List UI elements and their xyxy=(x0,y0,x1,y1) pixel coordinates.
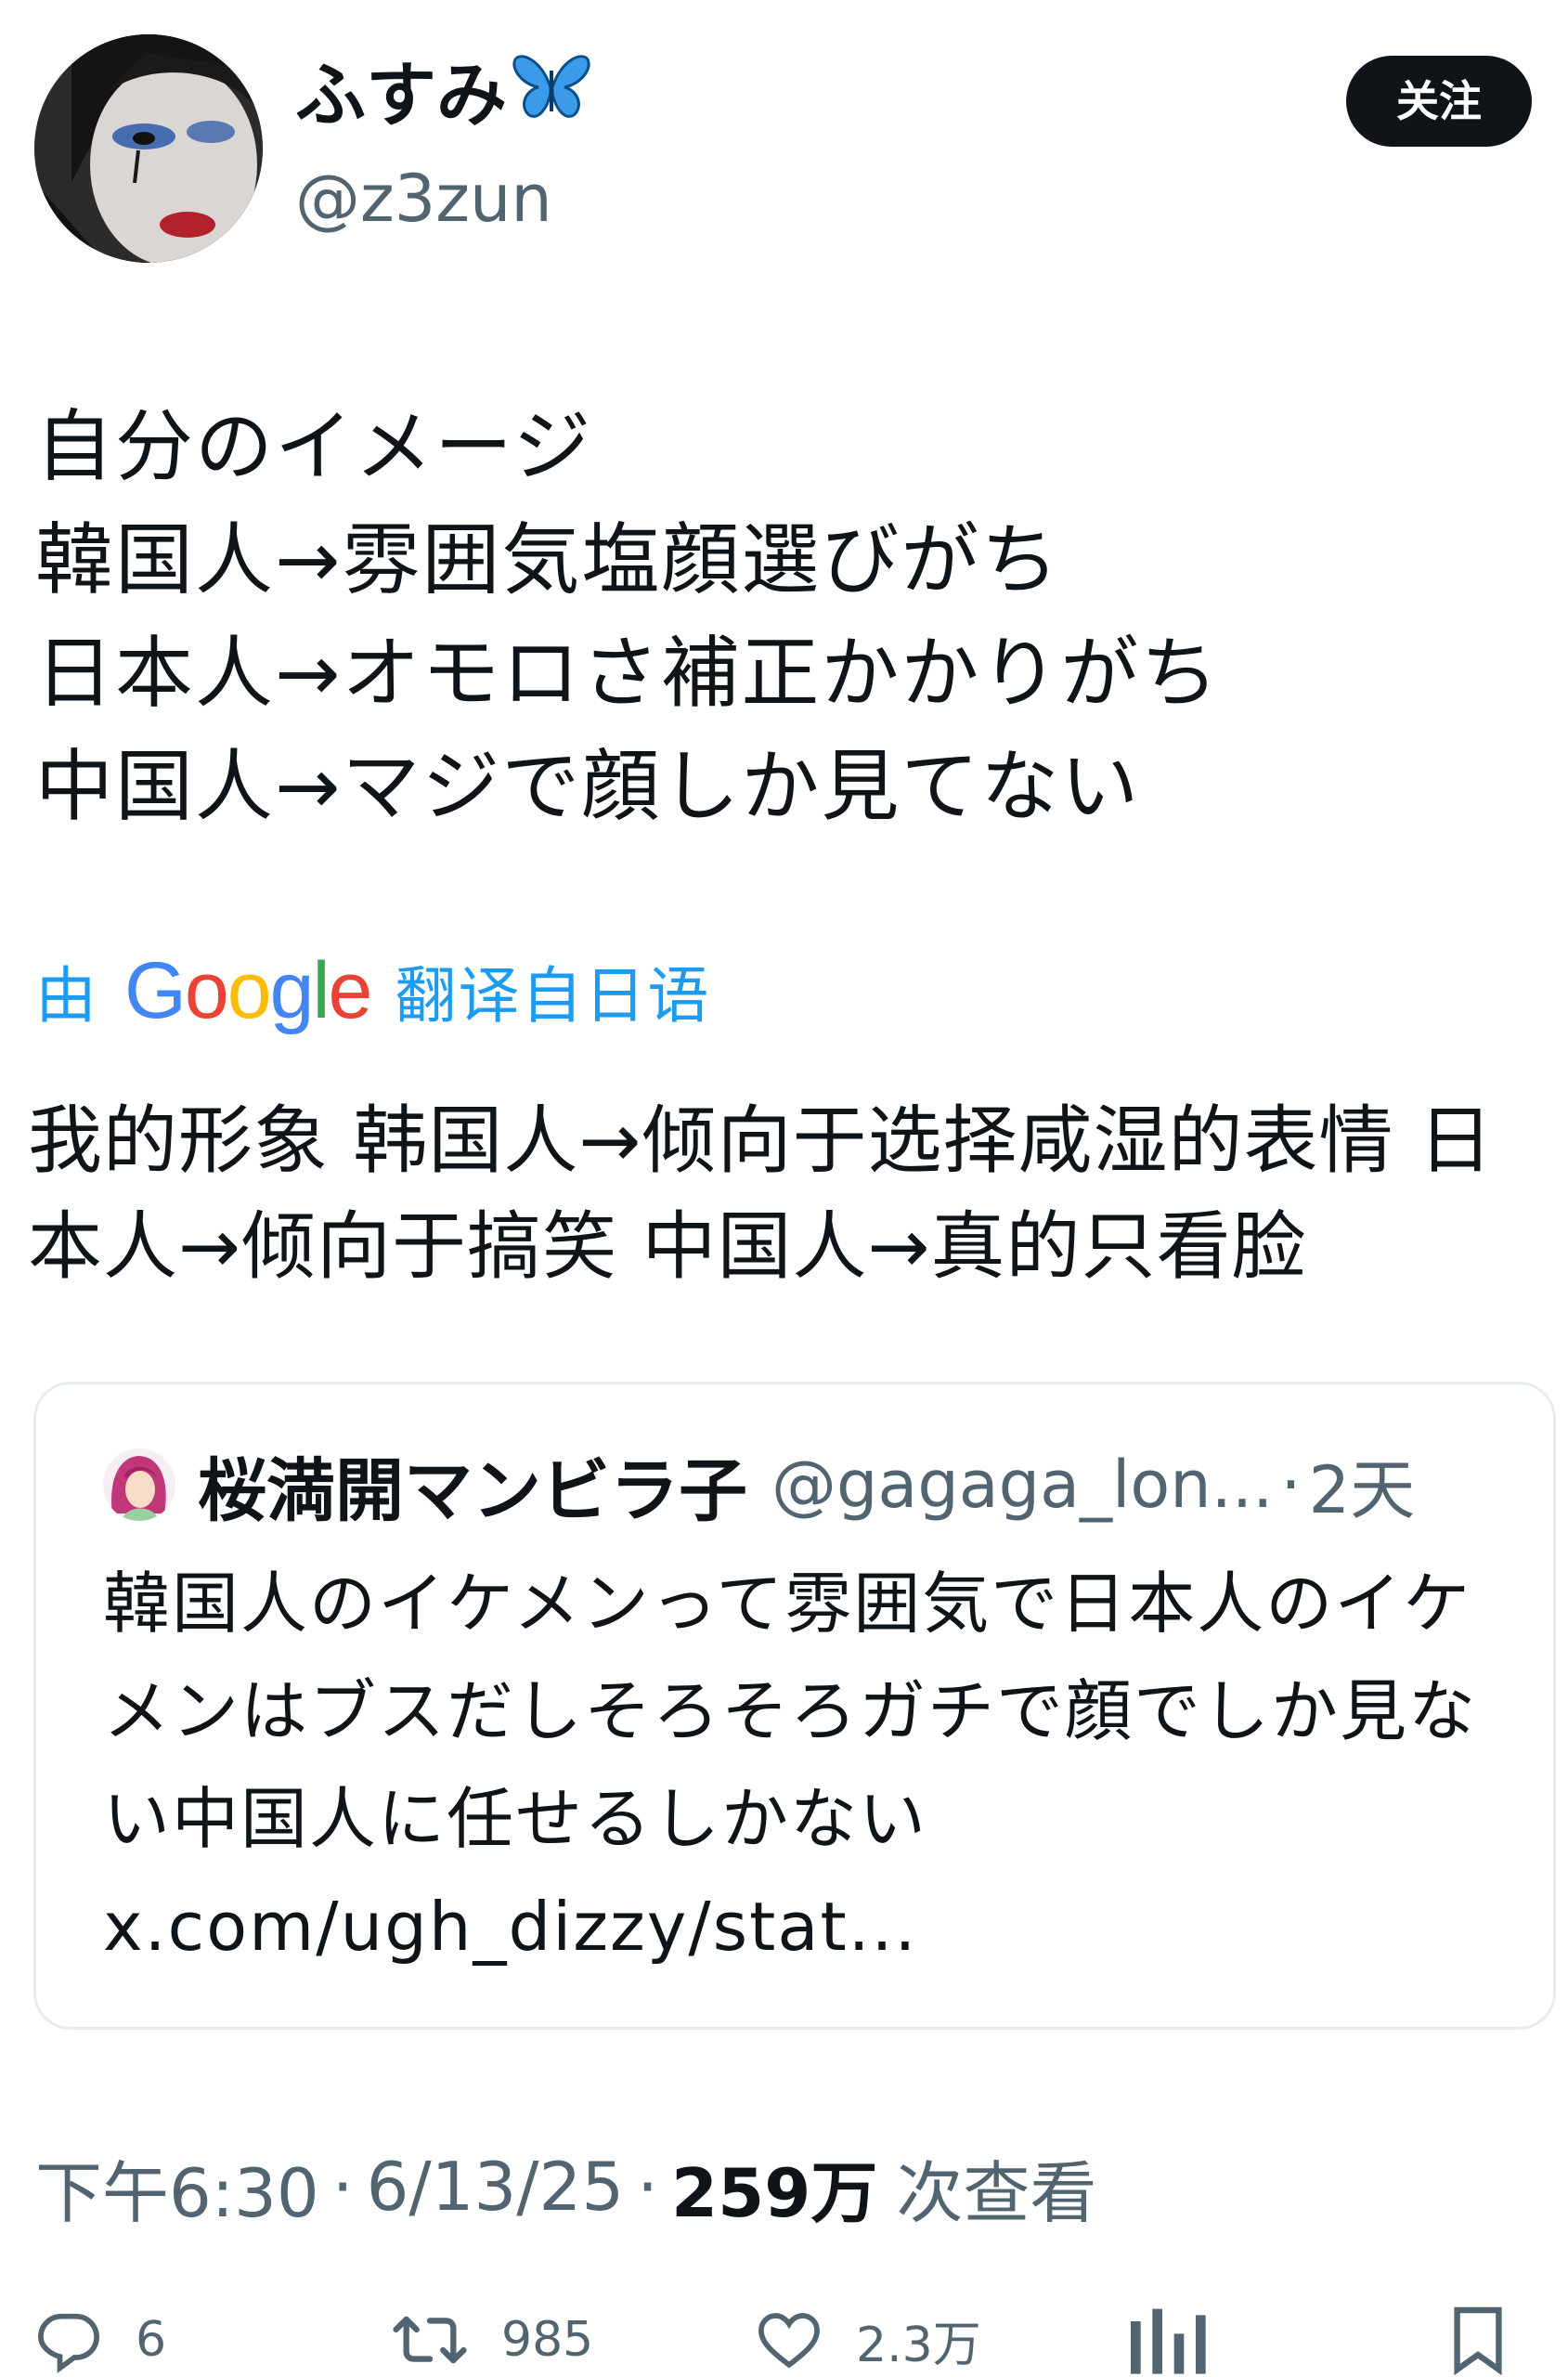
tweet-meta: 下午6:30 · 6/13/25 · 259万 次查看 xyxy=(35,2136,1096,2238)
tweet-line: 日本人→オモロさ補正かかりがち xyxy=(35,628,1221,719)
google-logo-letter: o xyxy=(227,945,272,1035)
translation-suffix: 翻译自日语 xyxy=(395,960,711,1032)
translated-text: 我的形象 韩国人→倾向于选择咸湿的表情 日本人→倾向于搞笑 中国人→真的只看脸 xyxy=(28,1098,1494,1290)
tweet-action-bar: 6 985 2.3万 xyxy=(0,2293,1568,2377)
quoted-author-avatar[interactable] xyxy=(103,1448,175,1521)
google-logo-letter: g xyxy=(269,945,315,1035)
bookmark-icon xyxy=(1454,2306,1502,2376)
meta-separator: · xyxy=(637,2148,659,2226)
tweet-header: ふすみ @z3zun 关注 xyxy=(0,0,1568,297)
follow-button[interactable]: 关注 xyxy=(1346,56,1532,147)
quoted-link[interactable]: x.com/ugh_dizzy/stat... xyxy=(103,1888,917,1966)
quoted-tweet-card[interactable]: 桜満開マンビラ子 @gagaga_lon... · 2天 韓国人のイケメンって雰… xyxy=(33,1382,1556,2030)
quoted-tweet-text: 韓国人のイケメンって雰囲気で日本人のイケメンはブスだしそろそろガチで顔でしか見な… xyxy=(103,1550,1514,1981)
translation-attribution[interactable]: 由 Google 翻译自日语 xyxy=(35,940,710,1042)
retweet-count: 985 xyxy=(501,2312,594,2368)
quoted-avatar-image xyxy=(103,1448,175,1521)
author-display-name[interactable]: ふすみ xyxy=(295,54,590,144)
display-name-text: ふすみ xyxy=(295,54,507,136)
google-logo: Google xyxy=(124,945,373,1037)
views-label: 次查看 xyxy=(896,2153,1097,2232)
quoted-separator: · xyxy=(1280,1447,1302,1523)
like-count: 2.3万 xyxy=(856,2317,981,2373)
like-button[interactable]: 2.3万 xyxy=(754,2303,981,2377)
heart-icon xyxy=(758,2313,820,2369)
tweet-line: 自分のイメージ xyxy=(35,401,593,492)
tweet-text: 自分のイメージ 韓国人→雰囲気塩顔選びがち 日本人→オモロさ補正かかりがち 中国… xyxy=(35,390,1539,843)
google-logo-letter: l xyxy=(312,945,330,1035)
quoted-tweet-header: 桜満開マンビラ子 @gagaga_lon... · 2天 xyxy=(103,1438,1416,1532)
views-icon xyxy=(1131,2308,1206,2374)
quoted-timestamp[interactable]: 2天 xyxy=(1309,1438,1416,1532)
butterfly-icon xyxy=(512,52,590,138)
reply-button[interactable]: 6 xyxy=(33,2303,166,2377)
google-logo-letter: G xyxy=(124,945,187,1035)
google-logo-letter: o xyxy=(184,945,229,1035)
bookmark-button[interactable] xyxy=(1448,2303,1539,2377)
retweet-button[interactable]: 985 xyxy=(390,2303,593,2377)
reply-icon xyxy=(38,2313,99,2374)
reply-count: 6 xyxy=(136,2312,167,2368)
google-logo-letter: e xyxy=(328,945,373,1035)
translation-prefix: 由 xyxy=(35,960,98,1032)
quoted-author-handle[interactable]: @gagaga_lon... xyxy=(771,1447,1273,1523)
views-count: 259万 xyxy=(671,2153,878,2232)
quoted-text-body: 韓国人のイケメンって雰囲気で日本人のイケメンはブスだしそろそろガチで顔でしか見な… xyxy=(103,1565,1478,1858)
meta-separator: · xyxy=(331,2148,354,2226)
author-avatar[interactable] xyxy=(34,34,263,263)
tweet-date[interactable]: 6/13/25 xyxy=(367,2148,625,2226)
avatar-portrait-image xyxy=(34,34,263,263)
views-button[interactable] xyxy=(1123,2303,1257,2377)
author-handle[interactable]: @z3zun xyxy=(295,160,552,238)
retweet-icon xyxy=(393,2316,467,2364)
quoted-author-name[interactable]: 桜満開マンビラ子 xyxy=(198,1435,747,1535)
tweet-time[interactable]: 下午6:30 xyxy=(35,2138,319,2236)
tweet-line: 中国人→マジで顔しか見てない xyxy=(35,741,1141,832)
tweet-line: 韓国人→雰囲気塩顔選びがち xyxy=(35,514,1061,605)
